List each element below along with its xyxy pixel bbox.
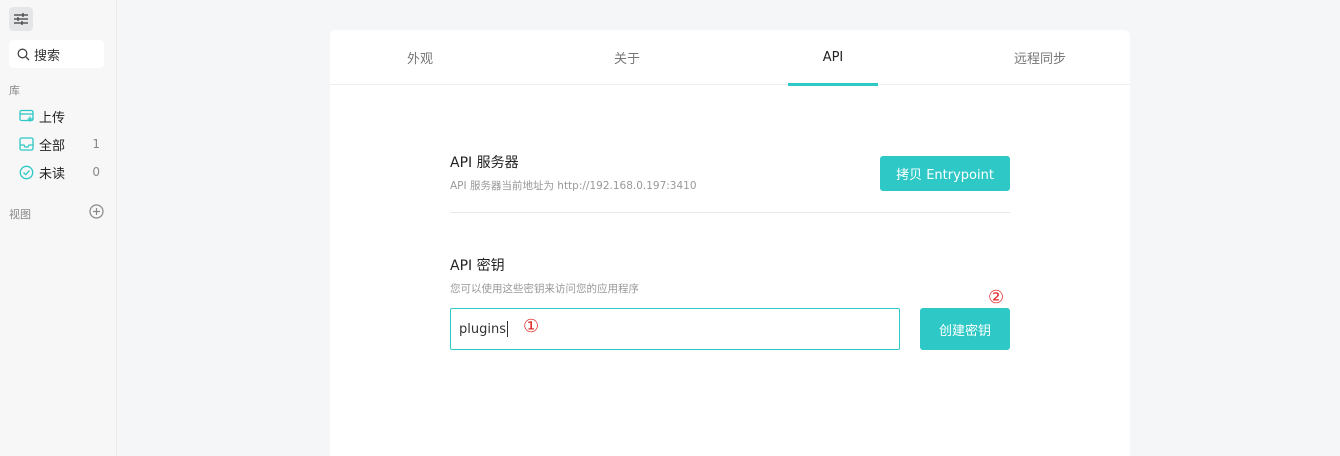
sidebar-item-unread[interactable]: 未读 0 [19,161,104,183]
api-key-desc: 您可以使用这些密钥来访问您的应用程序 [450,283,639,295]
api-key-name-input[interactable]: plugins [450,308,900,350]
search-input[interactable]: 搜索 [9,40,104,68]
sidebar-item-label: 未读 [39,166,66,182]
sidebar-item-all[interactable]: 全部 1 [19,133,104,155]
sidebar-item-label: 上传 [39,110,66,126]
settings-panel: 外观 关于 API 远程同步 API 服务器 API 服务器当前地址为 http… [330,30,1130,456]
library-section-title: 库 [9,84,20,97]
api-key-title: API 密钥 [450,258,505,274]
text-caret [506,321,508,337]
divider [450,212,1010,213]
annotation-marker-2: ② [988,287,1005,308]
tab-appearance[interactable]: 外观 [330,30,510,85]
plus-circle-icon [89,204,104,219]
tab-remote-sync[interactable]: 远程同步 [950,30,1130,85]
sidebar-item-count: 1 [92,137,100,151]
search-label: 搜索 [34,48,61,64]
sidebar-item-upload[interactable]: 上传 [19,105,104,127]
views-section-title: 视图 [9,208,31,221]
settings-button[interactable] [9,7,33,31]
sliders-icon [14,13,28,25]
check-circle-icon [19,164,35,180]
add-view-button[interactable] [89,204,104,219]
copy-entrypoint-button[interactable]: 拷贝 Entrypoint [880,156,1010,191]
sidebar-item-count: 0 [92,165,100,179]
settings-tabs: 外观 关于 API 远程同步 [330,30,1130,85]
annotation-marker-1: ① [523,316,540,337]
inbox-icon [19,136,35,152]
search-icon [17,48,30,60]
api-key-input-value: plugins [459,321,506,337]
sidebar: 搜索 库 上传 全部 1 未读 0 视图 [0,0,117,456]
create-key-button[interactable]: 创建密钥 [920,308,1010,350]
api-server-desc: API 服务器当前地址为 http://192.168.0.197:3410 [450,180,697,192]
tab-api[interactable]: API [743,30,923,85]
tab-about[interactable]: 关于 [537,30,717,85]
sidebar-item-label: 全部 [39,138,66,154]
upload-icon [19,108,35,124]
api-server-title: API 服务器 [450,155,519,171]
